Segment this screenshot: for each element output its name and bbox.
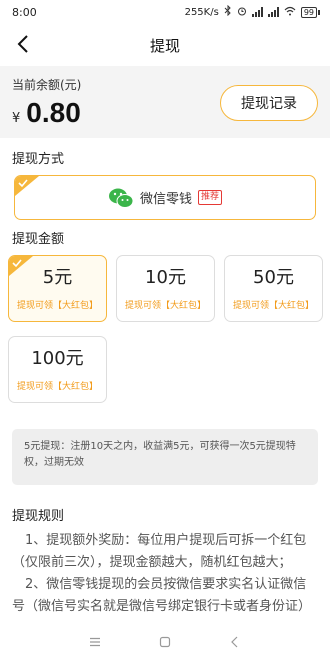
amount-value: 50元: [253, 267, 294, 288]
currency-symbol: ¥: [12, 111, 21, 126]
method-name: 微信零钱: [139, 192, 192, 207]
selected-check-icon: [9, 256, 33, 276]
amount-option-5[interactable]: 5元 提现可领【大红包】: [8, 255, 107, 322]
balance-card: 当前余额(元) ¥ 0.80 提现记录: [0, 66, 330, 138]
status-bar: 8:00 255K/s 99: [0, 0, 330, 24]
rule-item: 1、提现额外奖励：每位用户提现后可拆一个红包（仅限前三次），提现金额越大，随机红…: [12, 533, 307, 570]
rule-item: 2、微信零钱提现的会员按微信要求实名认证微信号（微信号实名就是微信号绑定银行卡或…: [12, 577, 312, 614]
amount-value: 100元: [31, 348, 84, 369]
selected-check-icon: [15, 176, 39, 196]
wechat-icon: [108, 188, 134, 208]
status-icons: 255K/s 99: [184, 4, 320, 19]
amount-option-100[interactable]: 100元 提现可领【大红包】: [8, 336, 107, 403]
withdraw-record-button[interactable]: 提现记录: [220, 85, 318, 121]
battery-level: 99: [300, 6, 317, 18]
amount-value: 10元: [145, 267, 186, 288]
system-nav-bar: [0, 624, 330, 660]
wechat-method-option[interactable]: 微信零钱 推荐: [14, 175, 316, 220]
amount-option-50[interactable]: 50元 提现可领【大红包】: [224, 255, 323, 322]
back-icon[interactable]: [223, 630, 247, 654]
amount-note: 提现可领【大红包】: [124, 301, 206, 311]
home-icon[interactable]: [153, 630, 177, 654]
amount-value: 5元: [42, 267, 73, 288]
amount-note: 提现可领【大红包】: [16, 382, 98, 392]
amount-section-label: 提现金额: [12, 232, 65, 247]
back-arrow-icon[interactable]: [12, 33, 34, 55]
page-title: 提现: [149, 36, 180, 55]
nav-bar: 提现: [0, 24, 330, 66]
status-time: 8:00: [12, 5, 37, 19]
wifi-icon: [284, 6, 296, 19]
method-section-label: 提现方式: [12, 152, 65, 167]
balance-amount: 0.80: [26, 97, 81, 128]
notice-box: 5元提现：注册10天之内，收益满5元，可获得一次5元提现特权，过期无效: [12, 429, 318, 485]
recommend-badge: 推荐: [198, 190, 223, 205]
rules-title: 提现规则: [12, 509, 65, 524]
bluetooth-icon: [224, 4, 232, 19]
signal-icon-2: [267, 7, 279, 17]
network-speed: 255K/s: [184, 6, 219, 18]
battery-icon: 99: [300, 6, 320, 18]
amount-note: 提现可领【大红包】: [16, 301, 98, 311]
amount-grid: 5元 提现可领【大红包】 10元 提现可领【大红包】 50元 提现可领【大红包】…: [0, 255, 330, 403]
menu-icon[interactable]: [83, 630, 107, 654]
alarm-icon: [237, 6, 247, 19]
rules-list: 1、提现额外奖励：每位用户提现后可拆一个红包（仅限前三次），提现金额越大，随机红…: [0, 524, 330, 618]
signal-icon: [251, 7, 263, 17]
amount-option-10[interactable]: 10元 提现可领【大红包】: [116, 255, 215, 322]
amount-note: 提现可领【大红包】: [232, 301, 314, 311]
